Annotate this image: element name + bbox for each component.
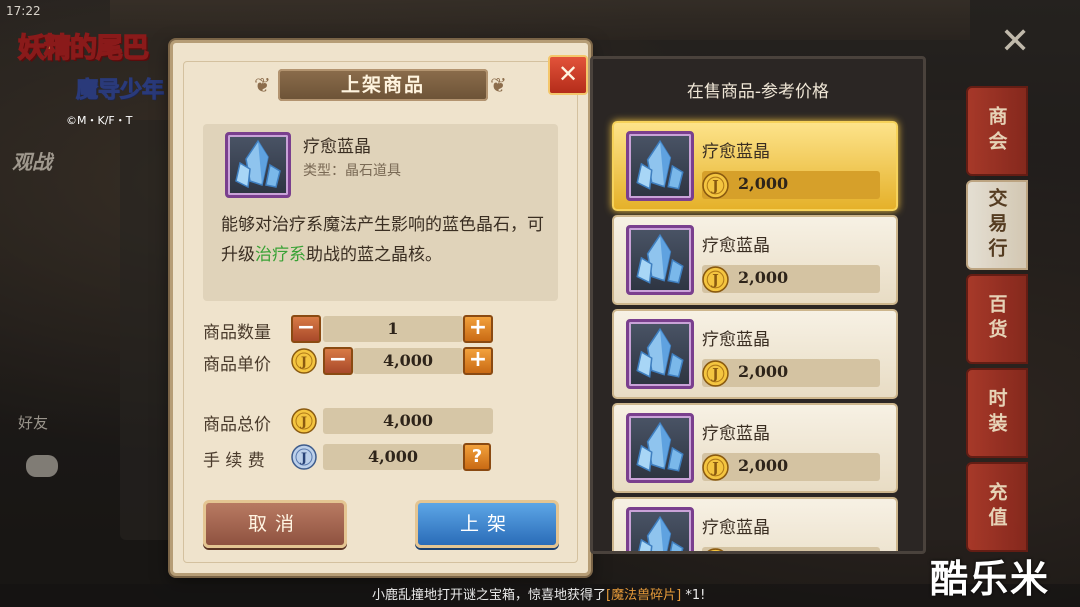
ornament-left-icon: ❦ xyxy=(254,73,271,97)
ticker-item: [魔法兽碎片] xyxy=(606,588,682,603)
broadcast-ticker: 小鹿乱撞地打开谜之宝箱，惊喜地获得了[魔法兽碎片] *1! xyxy=(0,584,1080,607)
listing-price: 2,000 xyxy=(738,268,789,287)
listing-item-thumb xyxy=(626,507,694,551)
friend-label: 好友 xyxy=(18,414,49,432)
svg-text:J: J xyxy=(300,451,307,466)
listing-item-name: 疗愈蓝晶 xyxy=(702,330,770,350)
listing-item-name: 疗愈蓝晶 xyxy=(702,142,770,162)
dialog-header: ❦ 上架商品 ❦ xyxy=(254,65,508,105)
market-listing[interactable]: 疗愈蓝晶 J 2,000 xyxy=(612,403,898,493)
listing-price: 2,000 xyxy=(738,174,789,193)
cancel-button[interactable]: 取消 xyxy=(203,500,347,548)
listing-item-name: 疗愈蓝晶 xyxy=(702,236,770,256)
unit-price-label: 商品单价 xyxy=(203,355,271,375)
svg-text:J: J xyxy=(711,461,718,477)
side-tab-bar: 商会 交易行 百货 时装 充值 xyxy=(966,86,1028,556)
shop-close-icon[interactable]: ✕ xyxy=(1000,24,1030,60)
svg-text:J: J xyxy=(711,179,718,195)
blue-crystal-icon xyxy=(636,233,684,284)
item-type: 类型：晶石道具 xyxy=(303,163,401,179)
site-watermark: 酷乐米 xyxy=(930,557,1051,601)
total-price-value: 4,000 xyxy=(323,408,493,434)
blue-crystal-icon xyxy=(235,139,281,189)
dialog-title: 上架商品 xyxy=(340,74,425,96)
close-button[interactable]: ✕ xyxy=(548,55,588,95)
tab-recharge[interactable]: 充值 xyxy=(966,462,1028,552)
price-minus-button[interactable]: − xyxy=(323,347,353,375)
status-time: 17:22 xyxy=(6,4,41,18)
listing-price: 2,000 xyxy=(738,362,789,381)
gold-coin-icon: J xyxy=(702,360,729,387)
ticker-count: *1! xyxy=(685,588,706,603)
logo-subtitle: 魔导少年 xyxy=(75,77,165,104)
item-info-panel: 疗愈蓝晶 类型：晶石道具 能够对治疗系魔法产生影响的蓝色晶石，可升级治疗系助战的… xyxy=(203,124,558,301)
gold-coin-icon: J xyxy=(702,454,729,481)
svg-text:J: J xyxy=(711,273,718,289)
game-logo: 妖精的尾巴 魔导少年 ©M・K/F・T xyxy=(14,20,184,130)
blue-crystal-icon xyxy=(638,515,684,551)
close-icon: ✕ xyxy=(557,60,579,88)
market-listing[interactable]: 疗愈蓝晶 J 2,000 xyxy=(612,309,898,399)
item-icon-frame xyxy=(225,132,291,198)
gold-coin-icon: J xyxy=(707,548,724,551)
spectate-label: 观战 xyxy=(12,150,52,174)
svg-text:J: J xyxy=(711,367,718,383)
gold-coin-icon: J xyxy=(702,172,729,199)
fee-label: 手 续 费 xyxy=(203,451,265,471)
svg-text:J: J xyxy=(300,355,307,370)
item-name: 疗愈蓝晶 xyxy=(303,137,371,157)
listing-item-thumb xyxy=(626,225,694,295)
item-desc-highlight: 治疗系 xyxy=(255,245,306,265)
gold-coin-icon: J xyxy=(291,408,317,434)
logo-copyright: ©M・K/F・T xyxy=(66,114,133,127)
market-title: 在售商品-参考价格 xyxy=(686,82,830,102)
silver-coin-icon: J xyxy=(291,444,317,470)
question-icon: ? xyxy=(471,446,483,467)
item-desc-tail: 助战的蓝之晶核。 xyxy=(306,245,442,265)
tab-trading[interactable]: 交易行 xyxy=(966,180,1028,270)
list-for-sale-button[interactable]: 上架 xyxy=(415,500,559,548)
blue-crystal-icon xyxy=(636,421,684,472)
quantity-plus-button[interactable]: + xyxy=(463,315,493,343)
unit-price-value[interactable]: 4,000 xyxy=(353,348,463,374)
listing-price: 2,000 xyxy=(738,456,789,475)
price-plus-button[interactable]: + xyxy=(463,347,493,375)
quantity-value[interactable]: 1 xyxy=(323,316,463,342)
gold-coin-icon: J xyxy=(702,266,729,293)
quantity-minus-button[interactable]: − xyxy=(291,315,321,343)
blue-crystal-icon xyxy=(636,139,684,190)
market-listing[interactable]: 疗愈蓝晶 J xyxy=(612,497,898,551)
quantity-label: 商品数量 xyxy=(203,323,271,343)
list-item-dialog: ❦ 上架商品 ❦ ✕ 疗愈蓝晶 类型：晶石道具 能够对治疗系魔法产生影响的蓝色晶… xyxy=(170,40,591,576)
listing-item-name: 疗愈蓝晶 xyxy=(702,424,770,444)
svg-text:J: J xyxy=(300,415,307,430)
listing-item-thumb xyxy=(626,413,694,483)
total-price-label: 商品总价 xyxy=(203,415,271,435)
market-listing[interactable]: 疗愈蓝晶 J 2,000 xyxy=(612,215,898,305)
blue-crystal-icon xyxy=(636,327,684,378)
gold-coin-icon: J xyxy=(291,348,317,374)
chat-icon[interactable] xyxy=(26,455,58,477)
listing-item-thumb xyxy=(626,131,694,201)
logo-title: 妖精的尾巴 xyxy=(17,32,150,65)
market-reference-panel: 在售商品-参考价格 疗愈蓝晶 J 2,000 疗愈蓝晶 J 2,000 疗愈蓝晶 J 2,000… xyxy=(590,56,926,554)
listing-item-name: 疗愈蓝晶 xyxy=(702,518,770,538)
tab-department-store[interactable]: 百货 xyxy=(966,274,1028,364)
market-listing[interactable]: 疗愈蓝晶 J 2,000 xyxy=(612,121,898,211)
tab-fashion[interactable]: 时装 xyxy=(966,368,1028,458)
tab-chamber[interactable]: 商会 xyxy=(966,86,1028,176)
listing-item-thumb xyxy=(626,319,694,389)
ticker-text: 小鹿乱撞地打开谜之宝箱，惊喜地获得了 xyxy=(372,588,607,603)
ornament-right-icon: ❦ xyxy=(490,73,507,97)
item-description: 能够对治疗系魔法产生影响的蓝色晶石，可升级治疗系助战的蓝之晶核。 xyxy=(221,210,551,270)
fee-value: 4,000 xyxy=(323,444,463,470)
fee-help-button[interactable]: ? xyxy=(463,443,491,471)
ticker-message: 小鹿乱撞地打开谜之宝箱，惊喜地获得了[魔法兽碎片] *1! xyxy=(372,584,705,607)
